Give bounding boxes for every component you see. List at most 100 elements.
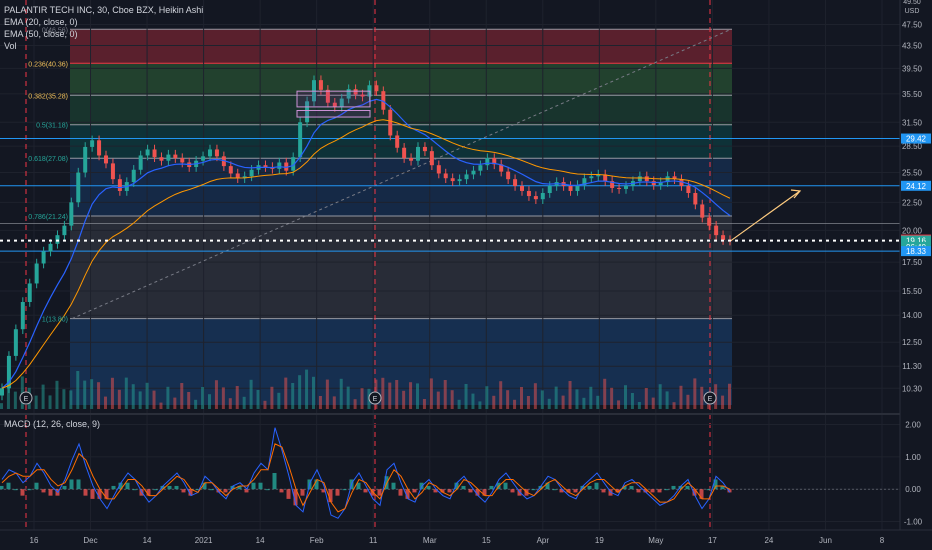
volume-bar [644, 388, 648, 409]
macd-hist-bar [181, 489, 186, 493]
macd-hist-bar [601, 489, 606, 493]
macd-hist-bar [664, 489, 669, 491]
ema50-legend[interactable]: EMA (50, close, 0) [4, 29, 78, 39]
volume-bar [450, 390, 454, 409]
volume-bar [395, 380, 399, 409]
macd-hist-bar [671, 485, 676, 490]
volume-bar [409, 382, 413, 409]
candle-body [173, 154, 178, 159]
volume-bar [471, 393, 475, 409]
volume-bar [166, 386, 170, 409]
price-tick: 22.50 [902, 198, 923, 207]
volume-legend[interactable]: Vol [4, 41, 17, 51]
volume-bar [610, 387, 614, 409]
volume-bar [721, 395, 725, 409]
macd-hist-bar [41, 489, 46, 493]
volume-bar [457, 399, 461, 409]
ema20-label[interactable]: EMA (20, close, 0) [4, 17, 78, 27]
volume-bar [13, 391, 17, 409]
fibonacci-retracement[interactable] [70, 28, 732, 405]
macd-hist-bar [531, 489, 536, 491]
time-axis-ticks[interactable]: 16 Dec 14 2021 14 Feb 11 Mar 15 Apr 19 May 17 24 Jun 8 [30, 536, 885, 545]
macd-hist-bar [587, 485, 592, 490]
candle-body [214, 149, 219, 157]
earnings-marker-label: E [373, 396, 378, 403]
price-tick: 10.30 [902, 384, 923, 393]
volume-bar [360, 388, 364, 409]
fib-zone [70, 124, 732, 159]
time-tick: 17 [708, 536, 717, 545]
volume-bar [478, 401, 482, 409]
price-tick: 43.50 [902, 41, 923, 50]
macd-hist-bar [300, 489, 305, 496]
candle-body [450, 178, 455, 182]
volume-bar [90, 379, 94, 409]
fib-level-label: 0.236(40.36) [28, 61, 68, 68]
volume-bar [575, 389, 579, 409]
volume-bar [159, 402, 163, 409]
volume-bar [291, 383, 295, 409]
macd-hist-bar [244, 489, 249, 493]
candle-body [110, 163, 115, 180]
candle-body [568, 185, 573, 191]
price-tick-partial: 49.50 [903, 0, 921, 6]
fib-zone [70, 216, 732, 319]
volume-bar [138, 391, 142, 409]
volume-bar [194, 399, 198, 409]
macd-tick: 2.00 [905, 420, 921, 429]
volume-bar [700, 386, 704, 409]
price-tick: 12.50 [902, 338, 923, 347]
candle-body [166, 154, 171, 161]
volume-bar [76, 371, 80, 409]
volume-bar [526, 396, 530, 409]
macd-legend[interactable]: MACD (12, 26, close, 9) [4, 419, 100, 429]
macd-hist-bar [0, 485, 4, 490]
price-label-text: 18.33 [906, 247, 927, 256]
volume-bar [41, 384, 45, 409]
macd-hist-bar [265, 489, 270, 491]
candle-body [624, 185, 628, 189]
volume-bar [221, 387, 225, 409]
macd-hist-bar [132, 489, 137, 491]
volume-bar [131, 384, 135, 409]
macd-hist-bar [125, 482, 130, 490]
ema20-legend[interactable]: EMA (20, close, 0) [4, 17, 78, 27]
macd-hist-bar [636, 489, 641, 493]
macd-hist-bar [174, 485, 179, 490]
macd-hist-bar [223, 489, 228, 493]
macd-hist-bar [503, 482, 508, 490]
price-tick: 31.50 [902, 118, 923, 127]
highlight-rectangles[interactable] [296, 90, 371, 118]
macd-hist-bar [552, 489, 557, 491]
chart-canvas[interactable]: 0(46.56)0.236(40.36)0.382(35.28)0.5(31.1… [0, 0, 932, 550]
volume-bar [693, 378, 697, 409]
macd-hist-bar [20, 489, 25, 496]
candle-body [138, 155, 143, 170]
volume-bar [346, 386, 350, 409]
ema50-label[interactable]: EMA (50, close, 0) [4, 29, 78, 39]
volume-bar [270, 386, 274, 409]
volume-bar [249, 379, 253, 409]
macd-hist-bar [335, 489, 340, 496]
volume-bar [312, 376, 315, 409]
price-tick: 35.50 [902, 90, 923, 99]
candle-body [617, 187, 622, 189]
macd-hist-bar [412, 489, 417, 493]
symbol-legend[interactable]: PALANTIR TECH INC, 30, Cboe BZX, Heikin … [4, 5, 203, 15]
symbol-title[interactable]: PALANTIR TECH INC, 30, Cboe BZX, Heikin … [4, 5, 203, 15]
candle-body [416, 146, 420, 161]
macd-hist-bar [279, 489, 284, 493]
volume-bar [436, 391, 440, 409]
volume-label[interactable]: Vol [4, 41, 17, 51]
volume-bar [630, 393, 634, 409]
price-tick: 25.50 [902, 169, 923, 178]
candle-body [520, 185, 524, 191]
volume-bar [554, 386, 558, 409]
macd-hist-bar [286, 489, 291, 499]
volume-bar [686, 394, 690, 409]
macd-label[interactable]: MACD (12, 26, close, 9) [4, 419, 100, 429]
time-tick: 14 [143, 536, 152, 545]
candle-body [374, 85, 379, 92]
volume-bar [55, 380, 59, 409]
volume-bar [589, 386, 593, 409]
